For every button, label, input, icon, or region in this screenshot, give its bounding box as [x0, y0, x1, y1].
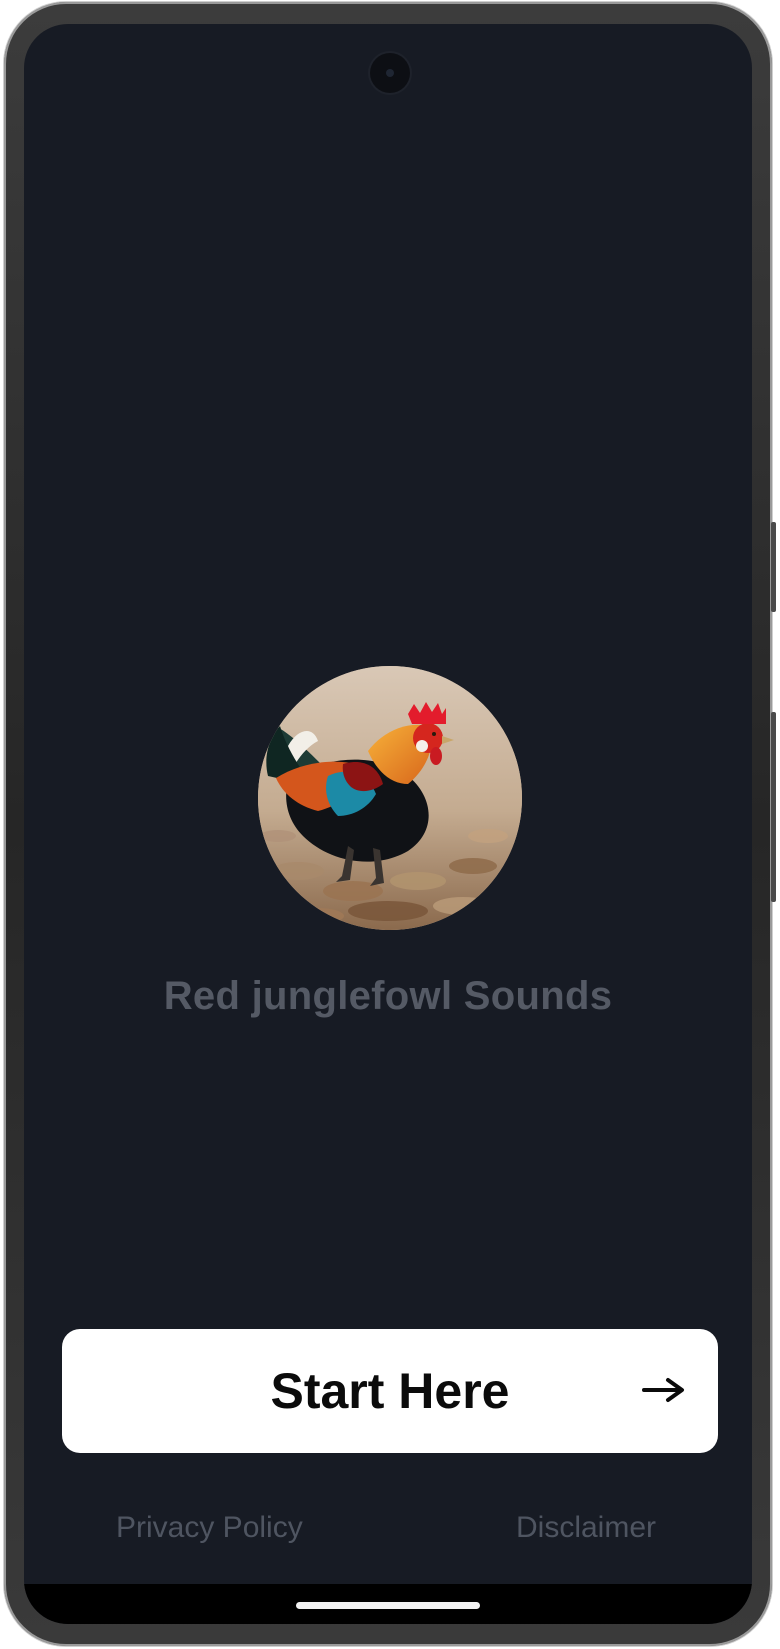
- volume-button: [771, 712, 776, 902]
- app-title: Red junglefowl Sounds: [163, 974, 613, 1018]
- phone-frame: Red junglefowl Sounds Start Here Privacy…: [4, 2, 776, 1646]
- app-logo: [258, 666, 522, 930]
- power-button: [771, 522, 776, 612]
- app-screen: Red junglefowl Sounds Start Here Privacy…: [24, 24, 752, 1624]
- system-navigation-bar: [24, 1584, 752, 1624]
- start-here-label: Start Here: [270, 1363, 510, 1419]
- rooster-image: [258, 666, 522, 930]
- disclaimer-link[interactable]: Disclaimer: [516, 1511, 656, 1545]
- start-here-button[interactable]: Start Here: [62, 1329, 718, 1453]
- privacy-policy-link[interactable]: Privacy Policy: [116, 1511, 303, 1545]
- arrow-right-icon: [642, 1378, 684, 1402]
- front-camera: [370, 53, 410, 93]
- camera-lens: [386, 69, 394, 77]
- home-indicator[interactable]: [296, 1602, 480, 1609]
